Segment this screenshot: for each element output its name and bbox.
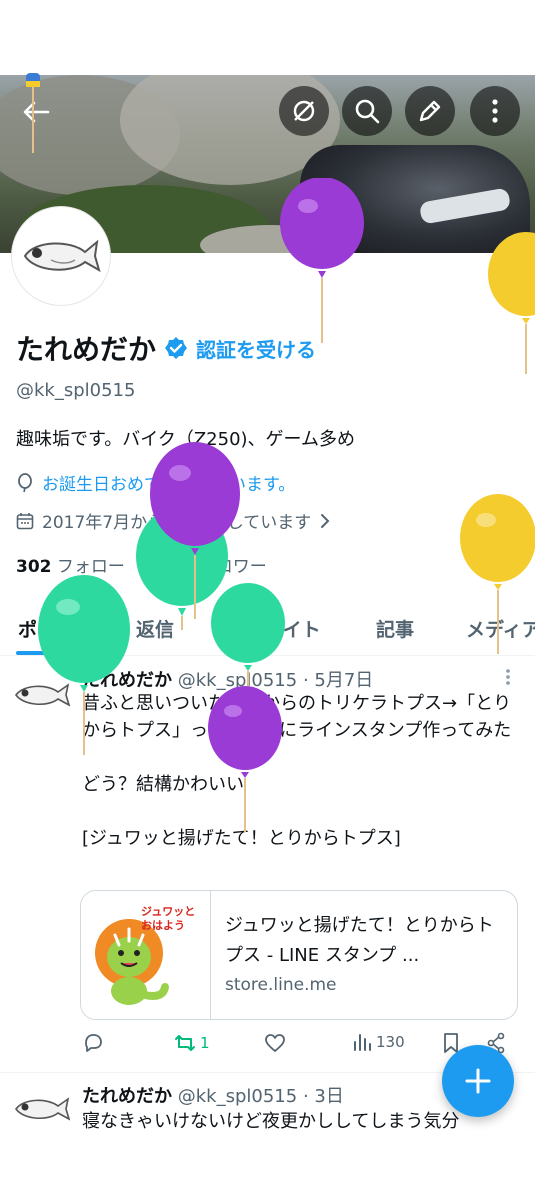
search-button[interactable]	[342, 86, 392, 136]
link-card[interactable]: ジュワッと おはよう ジュワッと揚げたて！とりからトプス - LINE スタンプ…	[80, 890, 518, 1020]
profile-handle: @kk_spl0515	[16, 380, 136, 401]
more-vertical-icon	[506, 669, 510, 685]
verified-badge-icon[interactable]	[164, 336, 188, 360]
birthday-balloon-green	[38, 575, 130, 755]
post-header: たれめだか @kk_spl0515 · 3日	[82, 1082, 344, 1108]
post-more-button[interactable]	[505, 668, 511, 691]
following-label: フォロー	[56, 557, 125, 577]
reply-button[interactable]	[82, 1032, 104, 1054]
medaka-fish-icon	[23, 239, 101, 273]
birthday-balloon-yellow	[460, 494, 535, 654]
birthday-balloon-purple	[280, 178, 364, 343]
edit-button[interactable]	[405, 86, 455, 136]
following-stat[interactable]: 302 フォロー	[16, 552, 125, 577]
birthday-balloon-yellow	[488, 232, 535, 374]
more-vertical-icon	[492, 99, 498, 123]
link-card-domain: store.line.me	[225, 975, 337, 995]
analytics-icon	[354, 1034, 371, 1051]
grok-icon	[293, 100, 315, 122]
post-date[interactable]: · 5月7日	[303, 670, 373, 691]
link-card-title: ジュワッと揚げたて！とりからトプス - LINE スタンプ ...	[225, 915, 494, 966]
calendar-icon	[16, 512, 34, 529]
post-author-name[interactable]: たれめだか	[82, 1086, 172, 1107]
views-button[interactable]: 130	[352, 1032, 405, 1052]
post-avatar[interactable]	[14, 1094, 70, 1124]
chevron-right-icon	[321, 513, 330, 528]
birthday-balloon-string	[26, 73, 40, 153]
following-count: 302	[16, 557, 52, 577]
post-date[interactable]: · 3日	[303, 1086, 344, 1107]
post-text: 寝なきゃいけないけど夜更かししてしまう気分	[82, 1111, 460, 1132]
post-text: 昔ふと思いついたとりからのトリケラトプス→「とりからトプス」ってのを元にラインス…	[82, 693, 512, 849]
reply-icon	[85, 1034, 102, 1052]
pencil-icon	[419, 100, 441, 122]
retweet-count: 1	[200, 1034, 210, 1052]
like-button[interactable]	[264, 1032, 286, 1054]
compose-post-button[interactable]	[442, 1045, 514, 1117]
profile-avatar[interactable]	[12, 207, 110, 305]
grok-button[interactable]	[279, 86, 329, 136]
views-count: 130	[376, 1033, 405, 1051]
link-card-thumbnail: ジュワッと おはよう	[81, 891, 211, 1019]
tab-articles[interactable]: 記事	[376, 600, 414, 656]
more-options-button[interactable]	[470, 86, 520, 136]
search-icon	[355, 99, 380, 124]
heart-icon	[265, 1034, 285, 1052]
birthday-balloon-purple	[208, 686, 282, 832]
retweet-icon	[175, 1035, 195, 1051]
balloon-icon	[18, 472, 32, 492]
profile-name: たれめだか	[16, 333, 157, 366]
retweet-button[interactable]: 1	[174, 1032, 210, 1054]
sticker-caption: ジュワッと おはよう	[141, 905, 196, 932]
post-author-handle[interactable]: @kk_spl0515	[178, 1086, 297, 1107]
plus-icon	[465, 1068, 491, 1094]
